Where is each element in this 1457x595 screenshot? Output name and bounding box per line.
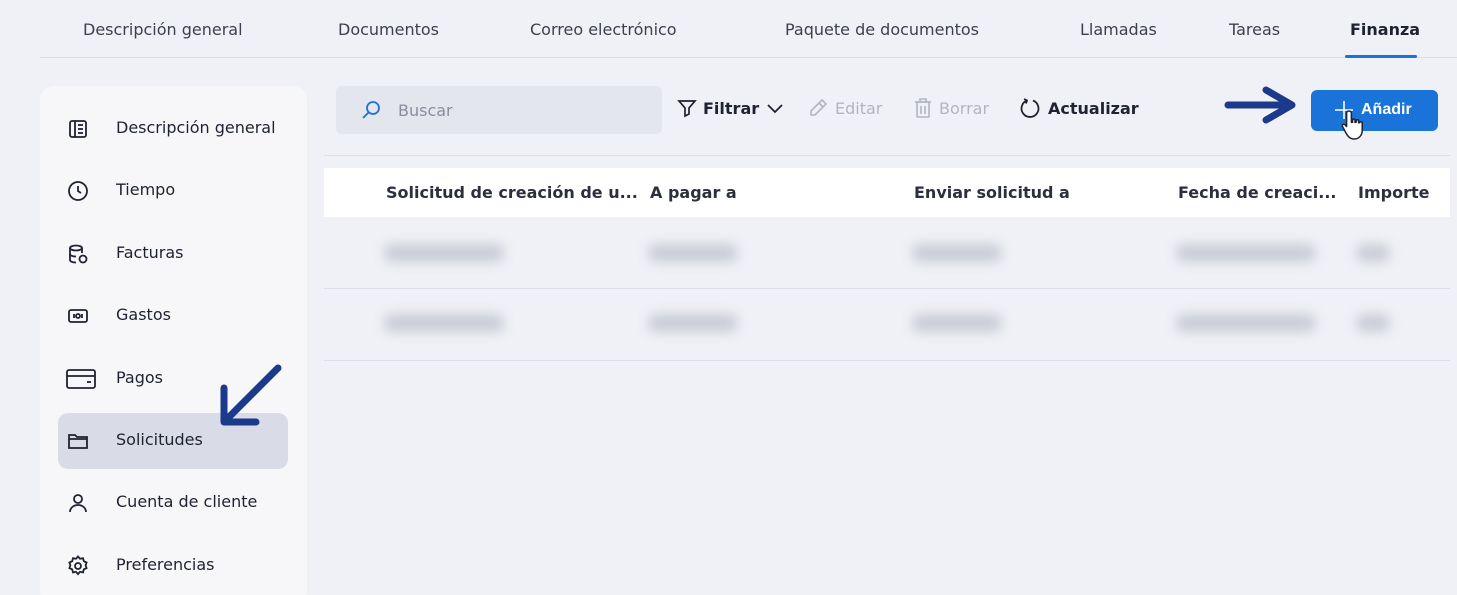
top-tab-bar: Descripción general Documentos Correo el… — [40, 0, 1457, 58]
tab-documentos[interactable]: Documentos — [338, 20, 439, 39]
search-input[interactable] — [398, 96, 648, 124]
sidebar-item-label: Facturas — [116, 243, 184, 262]
filter-label: Filtrar — [703, 98, 760, 118]
active-tab-indicator — [1345, 55, 1417, 58]
table-header: Solicitud de creación de u... A pagar a … — [324, 168, 1450, 217]
gear-icon — [66, 554, 90, 578]
table-row[interactable] — [356, 302, 1416, 346]
redacted-cell — [648, 314, 738, 332]
tab-llamadas[interactable]: Llamadas — [1080, 20, 1157, 39]
row-divider — [324, 360, 1450, 361]
delete-label: Borrar — [939, 98, 990, 118]
tab-correo-electronico[interactable]: Correo electrónico — [530, 20, 677, 39]
sidebar-item-label: Descripción general — [116, 118, 276, 137]
sidebar: Descripción general Tiempo Facturas Gast… — [40, 86, 307, 595]
payments-icon — [66, 367, 96, 391]
sidebar-item-tiempo[interactable]: Tiempo — [58, 163, 288, 219]
sidebar-item-label: Tiempo — [116, 180, 176, 199]
redacted-cell — [384, 244, 504, 262]
annotation-arrow-add — [1224, 86, 1296, 124]
expenses-icon — [66, 304, 90, 328]
sidebar-item-label: Cuenta de cliente — [116, 492, 258, 511]
trash-icon — [915, 98, 931, 118]
redacted-cell — [912, 244, 1002, 262]
add-button[interactable]: Añadir — [1311, 90, 1438, 131]
search-icon — [360, 99, 382, 121]
redacted-cell — [1176, 244, 1316, 262]
sidebar-item-label: Pagos — [116, 368, 164, 387]
column-header[interactable]: A pagar a — [650, 183, 737, 202]
column-header[interactable]: Solicitud de creación de u... — [386, 183, 638, 202]
row-divider — [324, 288, 1450, 289]
tab-paquete-de-documentos[interactable]: Paquete de documentos — [785, 20, 979, 39]
redacted-cell — [1356, 314, 1390, 332]
tab-tareas[interactable]: Tareas — [1229, 20, 1280, 39]
edit-button[interactable]: Editar — [807, 95, 882, 121]
pencil-icon — [810, 98, 828, 116]
delete-button[interactable]: Borrar — [913, 95, 989, 121]
sidebar-item-preferencias[interactable]: Preferencias — [58, 538, 288, 594]
redacted-cell — [384, 314, 504, 332]
folder-icon — [66, 429, 90, 453]
table-row[interactable] — [356, 232, 1416, 276]
column-header[interactable]: Fecha de creaci... — [1178, 183, 1336, 202]
sidebar-item-cuenta-de-cliente[interactable]: Cuenta de cliente — [58, 475, 288, 531]
search-box[interactable] — [336, 86, 662, 134]
toolbar-divider — [324, 155, 1450, 156]
sidebar-item-descripcion-general[interactable]: Descripción general — [58, 101, 288, 157]
sidebar-item-label: Gastos — [116, 305, 171, 324]
user-icon — [66, 491, 90, 515]
refresh-button[interactable]: Actualizar — [1018, 95, 1139, 121]
tab-finanza[interactable]: Finanza — [1350, 20, 1420, 39]
sidebar-item-label: Solicitudes — [116, 430, 203, 449]
chevron-down-icon — [767, 104, 783, 114]
sidebar-item-facturas[interactable]: Facturas — [58, 226, 288, 282]
filter-icon — [677, 100, 697, 118]
column-header[interactable]: Importe — [1358, 183, 1429, 202]
redacted-cell — [1176, 314, 1316, 332]
sidebar-item-gastos[interactable]: Gastos — [58, 288, 288, 344]
redacted-cell — [912, 314, 1002, 332]
column-header[interactable]: Enviar solicitud a — [914, 183, 1070, 202]
sidebar-item-label: Preferencias — [116, 555, 215, 574]
hand-cursor-icon — [1341, 110, 1363, 140]
clock-icon — [66, 179, 90, 203]
overview-icon — [66, 117, 90, 141]
edit-label: Editar — [835, 98, 883, 118]
refresh-label: Actualizar — [1048, 98, 1139, 118]
redacted-cell — [648, 244, 738, 262]
refresh-icon — [1020, 98, 1040, 118]
tab-descripcion-general[interactable]: Descripción general — [83, 20, 243, 39]
redacted-cell — [1356, 244, 1390, 262]
invoices-icon — [66, 242, 90, 266]
filter-button[interactable]: Filtrar — [677, 95, 785, 121]
annotation-arrow-sidebar — [220, 364, 282, 426]
